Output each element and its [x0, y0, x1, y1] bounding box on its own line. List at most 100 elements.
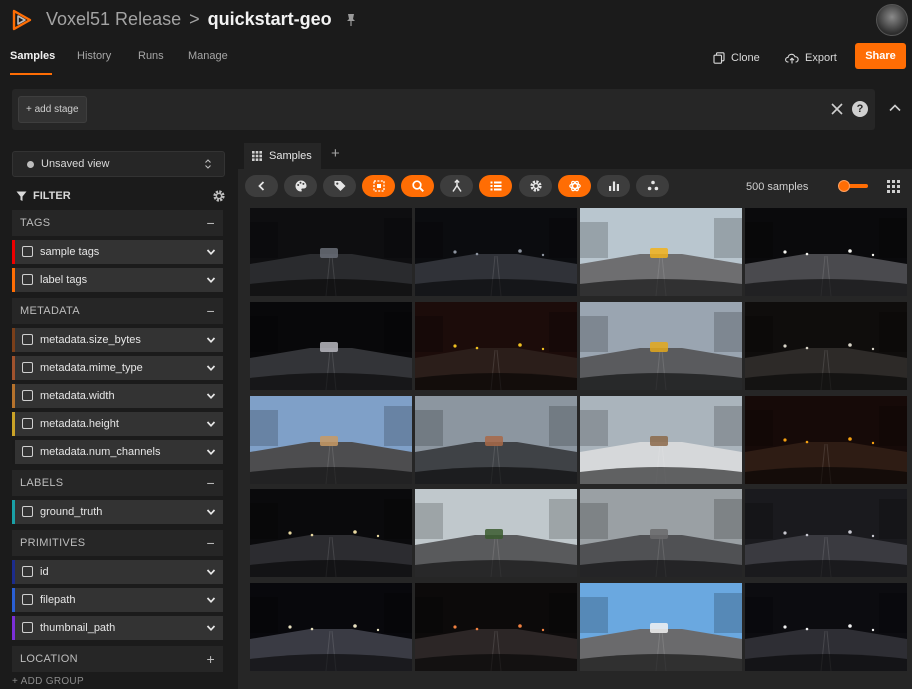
chevron-down-icon[interactable] — [206, 568, 216, 576]
filter-icon — [16, 191, 27, 201]
filter-group-header[interactable]: PRIMITIVES − — [12, 530, 223, 556]
field-checkbox[interactable] — [22, 246, 33, 257]
filter-group-header[interactable]: LOCATION + — [12, 646, 223, 672]
expand-icon[interactable]: + — [207, 651, 215, 667]
export-button[interactable]: Export — [785, 48, 837, 68]
field-checkbox[interactable] — [22, 274, 33, 285]
grid-view-icon[interactable] — [887, 180, 900, 193]
chevron-down-icon[interactable] — [206, 336, 216, 344]
sample-thumbnail[interactable] — [415, 489, 577, 577]
view-select[interactable]: Unsaved view — [12, 151, 225, 177]
field-checkbox[interactable] — [22, 362, 33, 373]
filter-group-header[interactable]: METADATA − — [12, 298, 223, 324]
tab-samples[interactable]: Samples — [10, 50, 55, 62]
select-patches-button[interactable] — [362, 175, 395, 197]
zoom-slider-handle[interactable] — [838, 180, 850, 192]
filter-field[interactable]: metadata.mime_type — [12, 356, 223, 380]
samples-panel-tab[interactable]: Samples — [244, 143, 321, 169]
collapse-icon[interactable]: − — [207, 215, 215, 231]
add-panel-plus-icon[interactable]: + — [331, 145, 340, 162]
field-checkbox[interactable] — [22, 622, 33, 633]
chevron-down-icon[interactable] — [206, 248, 216, 256]
help-icon[interactable]: ? — [852, 101, 868, 117]
field-checkbox[interactable] — [22, 594, 33, 605]
sample-thumbnail[interactable] — [250, 302, 412, 390]
tab-manage[interactable]: Manage — [188, 50, 228, 62]
sample-thumbnail[interactable] — [580, 396, 742, 484]
sample-thumbnail[interactable] — [745, 396, 907, 484]
tag-button[interactable] — [323, 175, 356, 197]
filter-field[interactable]: thumbnail_path — [12, 616, 223, 640]
breadcrumb-team[interactable]: Voxel51 Release — [46, 9, 181, 30]
filter-group-header[interactable]: TAGS − — [12, 210, 223, 236]
chevron-up-icon[interactable] — [888, 101, 902, 115]
color-scheme-button[interactable] — [284, 175, 317, 197]
gear-icon[interactable] — [212, 189, 226, 203]
avatar[interactable] — [876, 4, 908, 36]
clone-button[interactable]: Clone — [713, 48, 760, 68]
similarity-search-button[interactable] — [401, 175, 434, 197]
chevron-down-icon[interactable] — [206, 624, 216, 632]
filter-field[interactable]: metadata.width — [12, 384, 223, 408]
sample-thumbnail[interactable] — [415, 396, 577, 484]
sample-thumbnail[interactable] — [415, 208, 577, 296]
pin-icon[interactable] — [344, 13, 358, 27]
tab-history[interactable]: History — [77, 50, 111, 62]
share-button[interactable]: Share — [855, 43, 906, 69]
sample-thumbnail[interactable] — [745, 489, 907, 577]
sample-thumbnail[interactable] — [745, 208, 907, 296]
histograms-button[interactable] — [597, 175, 630, 197]
sample-thumbnail[interactable] — [415, 583, 577, 671]
filter-field[interactable]: sample tags — [12, 240, 223, 264]
voxel51-logo-icon[interactable] — [10, 8, 34, 32]
sample-thumbnail[interactable] — [250, 489, 412, 577]
field-checkbox[interactable] — [22, 566, 33, 577]
openai-plugin-button[interactable] — [558, 175, 591, 197]
chevron-down-icon[interactable] — [206, 392, 216, 400]
filter-field[interactable]: ground_truth — [12, 500, 223, 524]
sample-thumbnail[interactable] — [580, 489, 742, 577]
chevron-down-icon[interactable] — [206, 364, 216, 372]
sample-thumbnail[interactable] — [250, 396, 412, 484]
field-checkbox[interactable] — [22, 446, 33, 457]
sample-thumbnail[interactable] — [580, 302, 742, 390]
filter-field[interactable]: id — [12, 560, 223, 584]
field-checkbox[interactable] — [22, 418, 33, 429]
sample-thumbnail[interactable] — [745, 583, 907, 671]
breadcrumb-dataset[interactable]: quickstart-geo — [208, 9, 332, 30]
close-icon[interactable] — [829, 101, 845, 117]
sample-thumbnail[interactable] — [745, 302, 907, 390]
merge-button[interactable] — [440, 175, 473, 197]
field-checkbox[interactable] — [22, 390, 33, 401]
filter-field[interactable]: filepath — [12, 588, 223, 612]
sample-thumbnail[interactable] — [250, 583, 412, 671]
collapse-icon[interactable]: − — [207, 535, 215, 551]
field-label: metadata.mime_type — [40, 362, 143, 374]
sample-thumbnail[interactable] — [580, 583, 742, 671]
settings-button[interactable] — [519, 175, 552, 197]
sample-thumbnail[interactable] — [580, 208, 742, 296]
filter-field[interactable]: metadata.height — [12, 412, 223, 436]
field-checkbox[interactable] — [22, 334, 33, 345]
filter-group-header[interactable]: LABELS − — [12, 470, 223, 496]
add-stage-button[interactable]: + add stage — [18, 96, 87, 123]
field-checkbox[interactable] — [22, 506, 33, 517]
tab-runs[interactable]: Runs — [138, 50, 164, 62]
list-view-button[interactable] — [479, 175, 512, 197]
back-button[interactable] — [245, 175, 278, 197]
sample-thumbnail[interactable] — [415, 302, 577, 390]
chevron-down-icon[interactable] — [206, 420, 216, 428]
filter-field[interactable]: metadata.size_bytes — [12, 328, 223, 352]
chevron-down-icon[interactable] — [206, 448, 216, 456]
embeddings-button[interactable] — [636, 175, 669, 197]
collapse-icon[interactable]: − — [207, 475, 215, 491]
chevron-down-icon[interactable] — [206, 596, 216, 604]
sample-thumbnail[interactable] — [250, 208, 412, 296]
add-group-button[interactable]: + ADD GROUP — [12, 676, 84, 687]
filter-field[interactable]: label tags — [12, 268, 223, 292]
updown-arrows-icon — [205, 159, 211, 169]
filter-field[interactable]: metadata.num_channels — [12, 440, 223, 464]
chevron-down-icon[interactable] — [206, 276, 216, 284]
collapse-icon[interactable]: − — [207, 303, 215, 319]
chevron-down-icon[interactable] — [206, 508, 216, 516]
